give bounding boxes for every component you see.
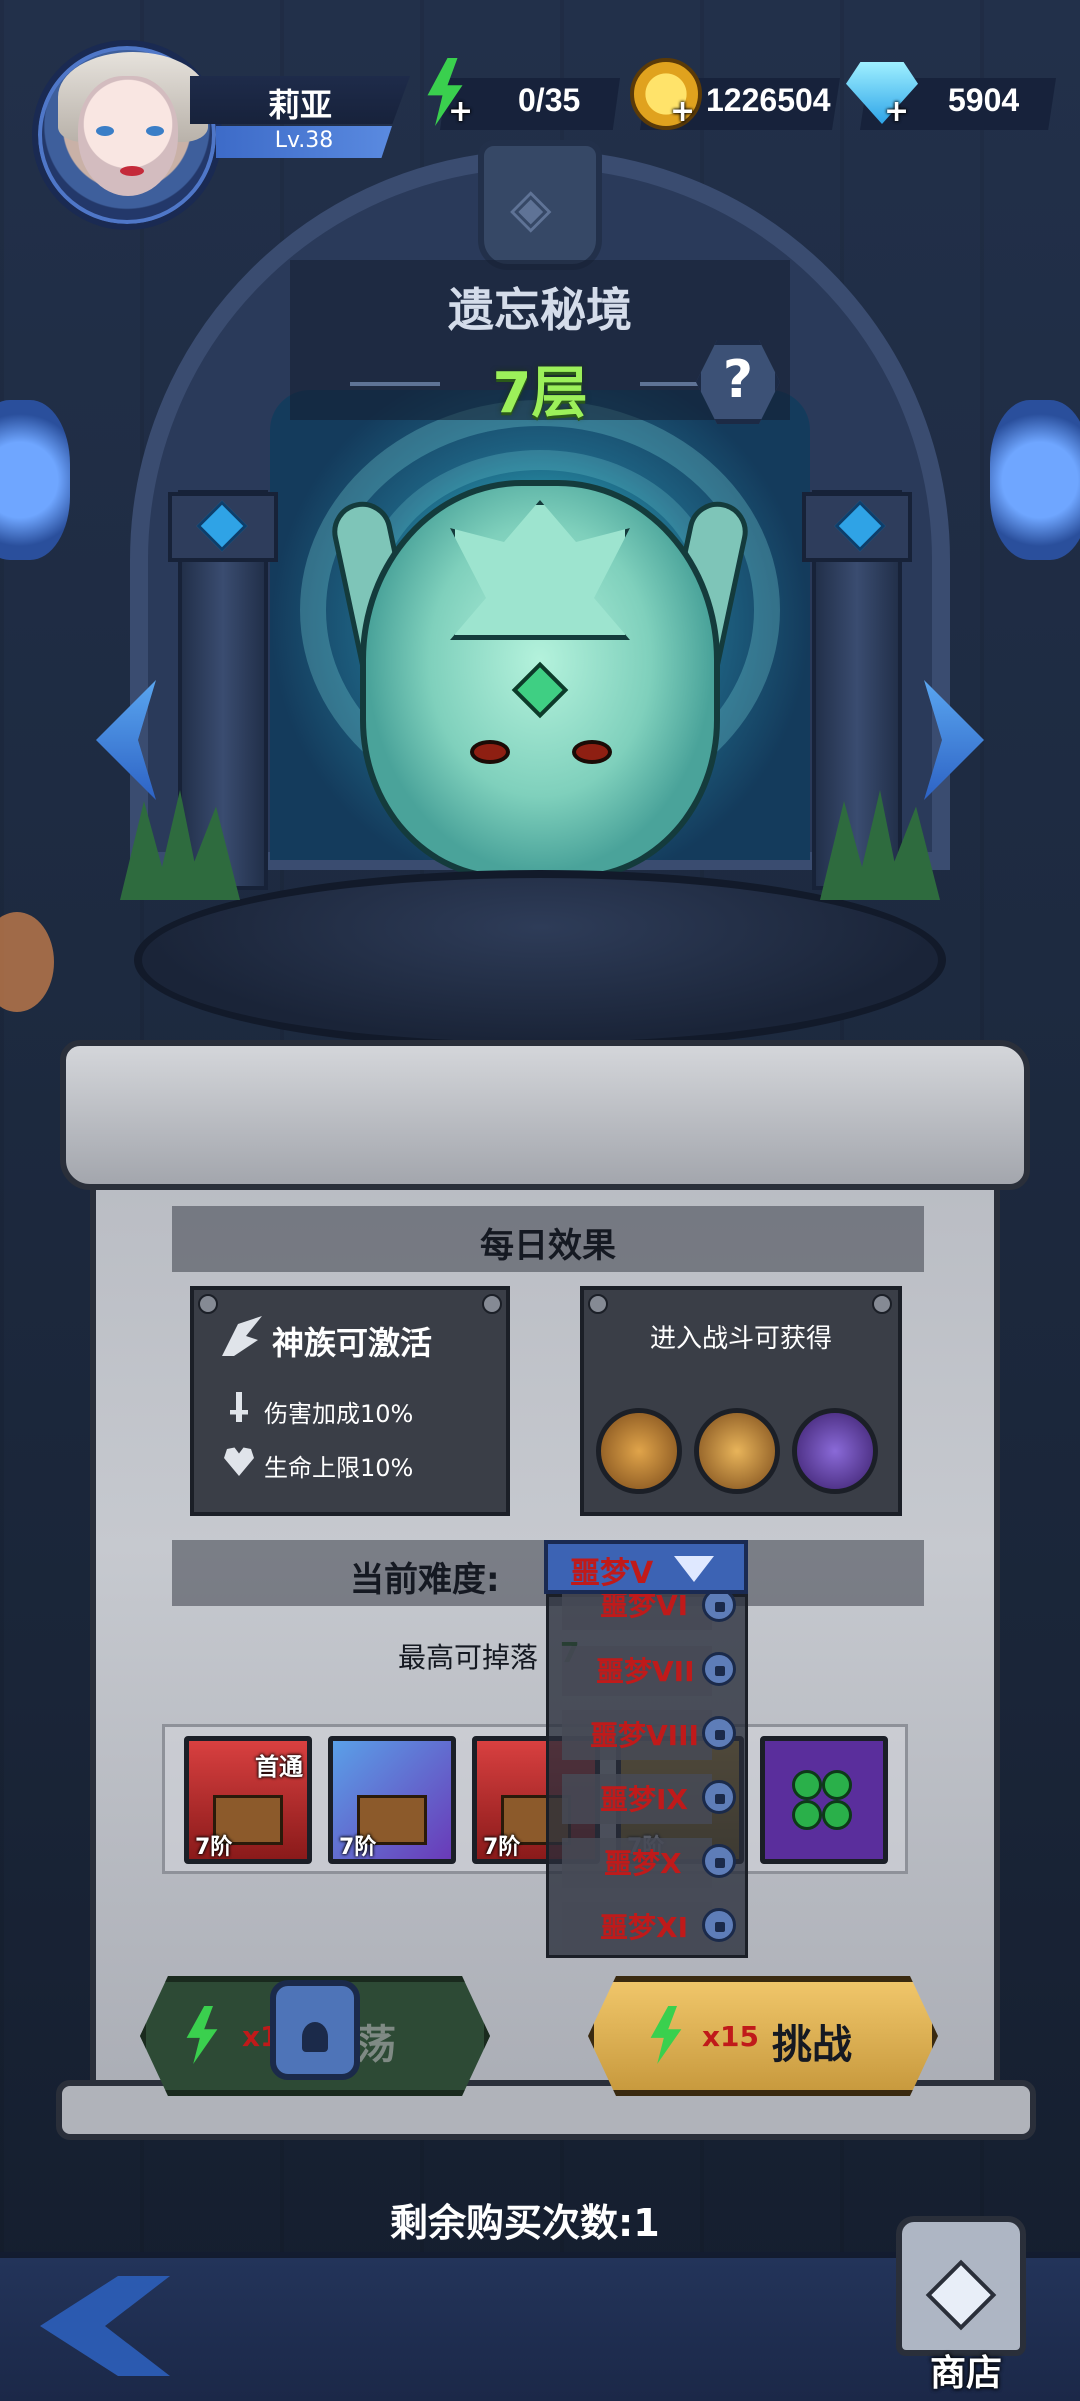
lock-icon bbox=[702, 1716, 736, 1750]
diamond-plus-icon[interactable]: + bbox=[884, 97, 909, 127]
energy-value: 0/35 bbox=[518, 82, 581, 118]
challenge-label: 挑战 bbox=[772, 2022, 852, 2068]
remaining-purchases: 剩余购买次数:1 bbox=[390, 2201, 660, 2245]
drop-item-tile[interactable]: 7阶 bbox=[328, 1736, 456, 1864]
avatar-eye-left bbox=[96, 126, 114, 136]
lock-icon bbox=[702, 1844, 736, 1878]
lock-icon bbox=[702, 1780, 736, 1814]
rivet bbox=[482, 1294, 502, 1314]
buff-card-title: 神族可激活 bbox=[272, 1324, 433, 1362]
player-level: Lv.38 bbox=[274, 128, 334, 153]
scroll-top-roll bbox=[60, 1040, 1030, 1190]
item-tier: 7阶 bbox=[195, 1835, 233, 1860]
dropdown-option-label: 噩梦XI bbox=[600, 1911, 689, 1944]
keystone-rune-icon: ◈ bbox=[510, 176, 552, 239]
challenge-cost: x15 bbox=[702, 2020, 760, 2053]
floor-line-left bbox=[350, 382, 440, 386]
dropdown-option-label: 噩梦VIII bbox=[590, 1719, 699, 1752]
dropdown-option-label: 噩梦X bbox=[604, 1847, 682, 1880]
reward-arrows-icon[interactable] bbox=[596, 1408, 682, 1494]
reward-scroll-icon[interactable] bbox=[694, 1408, 780, 1494]
question-icon: ? bbox=[722, 350, 754, 410]
lock-icon bbox=[702, 1908, 736, 1942]
stage-title: 遗忘秘境 bbox=[448, 283, 632, 337]
dragon-eye-right bbox=[572, 740, 612, 764]
left-torch-flame bbox=[0, 400, 70, 560]
dragon-eye-left bbox=[470, 740, 510, 764]
sweep-label: 荡 bbox=[356, 2022, 396, 2068]
buff-damage-line: 伤害加成10% bbox=[264, 1400, 414, 1428]
item-tier: 7阶 bbox=[339, 1835, 377, 1860]
first-clear-tag: 首通 bbox=[255, 1753, 303, 1781]
rivet bbox=[588, 1294, 608, 1314]
drop-info-text: 最高可掉落 bbox=[398, 1641, 539, 1674]
energy-plus-icon[interactable]: + bbox=[448, 97, 473, 127]
reward-speed-icon[interactable] bbox=[792, 1408, 878, 1494]
right-torch-flame bbox=[990, 400, 1080, 560]
daily-effect-title: 每日效果 bbox=[480, 1226, 616, 1266]
avatar-face bbox=[78, 76, 178, 196]
challenge-button[interactable] bbox=[588, 1976, 938, 2096]
shop-label: 商店 bbox=[929, 2353, 1002, 2394]
player-name: 莉亚 bbox=[267, 86, 332, 124]
avatar[interactable] bbox=[32, 40, 222, 230]
buff-health-line: 生命上限10% bbox=[264, 1454, 414, 1482]
difficulty-selected: 噩梦V bbox=[570, 1556, 654, 1591]
dropdown-option-label: 噩梦IX bbox=[600, 1783, 689, 1816]
diamond-value: 5904 bbox=[948, 82, 1020, 118]
avatar-eye-right bbox=[146, 126, 164, 136]
drop-item-tile[interactable]: 首通 7阶 bbox=[184, 1736, 312, 1864]
dropdown-option-label: 噩梦VII bbox=[596, 1655, 695, 1688]
gold-plus-icon[interactable]: + bbox=[670, 97, 695, 127]
reward-card-title: 进入战斗可获得 bbox=[649, 1324, 832, 1354]
gold-value: 1226504 bbox=[706, 82, 831, 118]
item-tier: 7阶 bbox=[483, 1835, 521, 1860]
rivet bbox=[198, 1294, 218, 1314]
keyhole bbox=[302, 2022, 328, 2052]
difficulty-label: 当前难度: bbox=[350, 1560, 500, 1600]
clover-icon bbox=[792, 1770, 852, 1830]
avatar-lips bbox=[120, 166, 144, 176]
lock-icon bbox=[702, 1652, 736, 1686]
floor-level: 7层 bbox=[492, 361, 588, 426]
rivet bbox=[872, 1294, 892, 1314]
